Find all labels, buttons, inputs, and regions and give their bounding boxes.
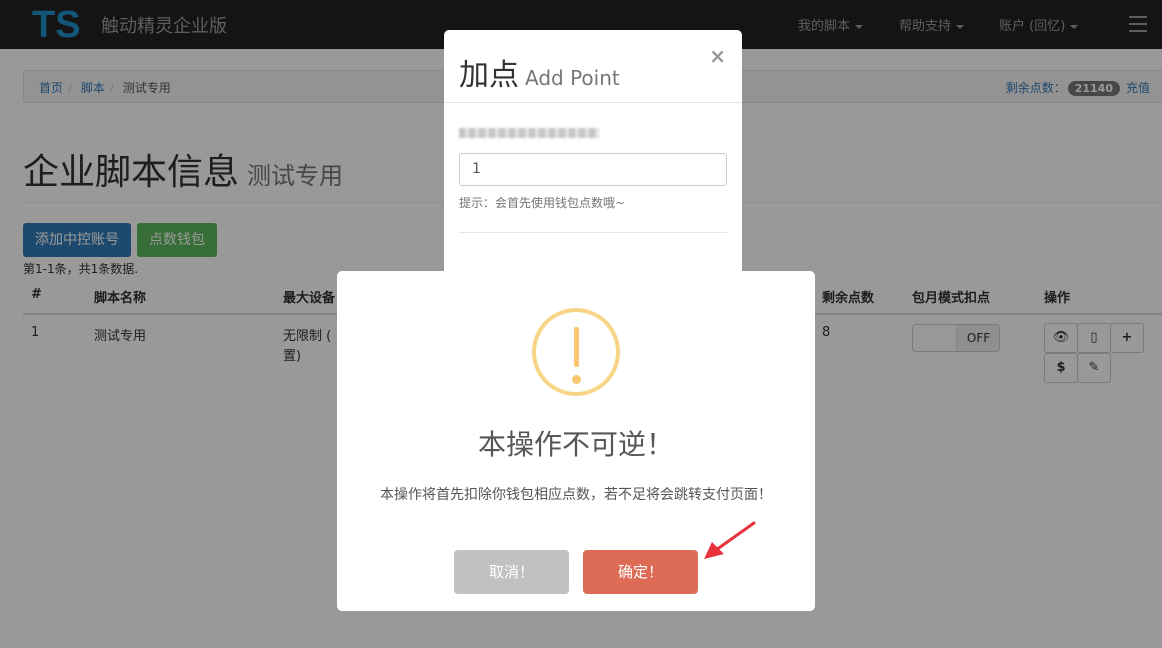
cancel-button[interactable]: 取消！	[454, 550, 569, 594]
dialog-text: 本操作将首先扣除你钱包相应点数，若不足将会跳转支付页面！	[380, 487, 772, 503]
annotation-arrow-icon	[704, 521, 756, 559]
warning-icon	[532, 308, 620, 396]
confirm-button[interactable]: 确定！	[583, 550, 698, 594]
dialog-title: 本操作不可逆！	[477, 428, 674, 461]
